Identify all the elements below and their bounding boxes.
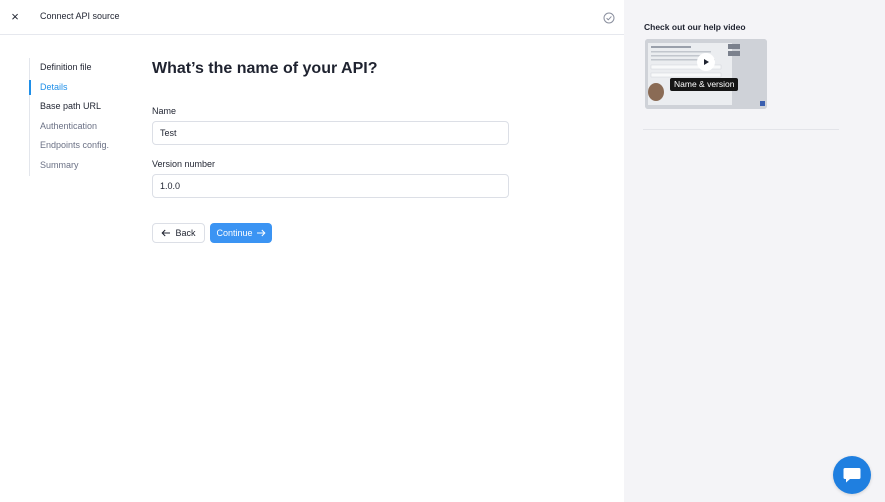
help-video-thumbnail[interactable]: Name & version: [645, 39, 767, 109]
version-label: Version number: [152, 159, 216, 169]
video-preview-image: [645, 39, 767, 109]
back-button[interactable]: Back: [152, 223, 205, 243]
step-navigation: Definition file Details Base path URL Au…: [29, 58, 139, 176]
help-title: Check out our help video: [644, 22, 746, 32]
play-icon: [704, 59, 709, 65]
presenter-avatar: [648, 83, 664, 101]
chat-bubble-icon: [843, 468, 861, 483]
arrow-left-icon: [161, 229, 171, 237]
main-panel: × Connect API source Definition file Det…: [0, 0, 624, 502]
step-summary[interactable]: Summary: [30, 156, 139, 176]
arrow-right-icon: [256, 229, 266, 237]
help-side-panel: Check out our help video Name & version: [624, 0, 885, 502]
continue-button[interactable]: Continue: [210, 223, 272, 243]
video-caption: Name & version: [670, 78, 739, 91]
top-bar: × Connect API source: [0, 0, 624, 35]
step-base-path-url[interactable]: Base path URL: [30, 97, 139, 117]
step-definition-file[interactable]: Definition file: [30, 58, 139, 78]
form-heading: What’s the name of your API?: [152, 60, 378, 77]
continue-button-label: Continue: [216, 228, 253, 238]
name-label: Name: [152, 106, 177, 116]
step-authentication[interactable]: Authentication: [30, 117, 139, 137]
check-circle-icon: [603, 12, 615, 24]
step-endpoints-config[interactable]: Endpoints config.: [30, 136, 139, 156]
side-divider: [643, 129, 839, 130]
step-details[interactable]: Details: [29, 78, 139, 98]
page-title: Connect API source: [40, 11, 120, 21]
back-button-label: Back: [175, 228, 196, 238]
close-button[interactable]: ×: [8, 9, 22, 25]
version-input[interactable]: [152, 174, 509, 198]
name-input[interactable]: [152, 121, 509, 145]
chat-launcher-button[interactable]: [833, 456, 871, 494]
play-button[interactable]: [697, 53, 715, 71]
close-icon: ×: [11, 9, 19, 24]
